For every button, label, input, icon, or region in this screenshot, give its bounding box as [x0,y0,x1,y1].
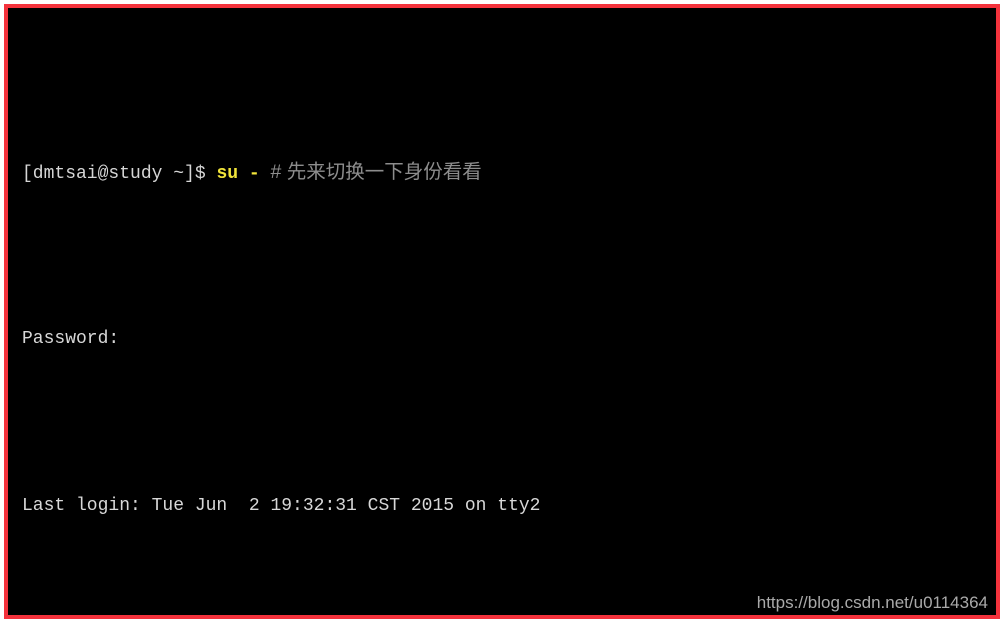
terminal-line-password-prompt: Password: [22,328,120,349]
inline-comment-su: # 先来切换一下身份看看 [259,160,482,183]
shell-prompt-user: [dmtsai@study ~]$ [22,163,217,184]
csdn-watermark: https://blog.csdn.net/u0114364 [756,593,988,612]
terminal-line-su-command: [dmtsai@study ~]$ su - # 先来切换一下身份看看 [22,156,996,189]
screenshot-root: [dmtsai@study ~]$ su - # 先来切换一下身份看看 Pass… [0,0,1008,627]
terminal-line-last-login: Last login: Tue Jun 2 19:32:31 CST 2015 … [22,495,541,516]
terminal-output-area[interactable]: [dmtsai@study ~]$ su - # 先来切换一下身份看看 Pass… [8,8,996,615]
command-su: su - [216,163,260,184]
terminal-window-frame: [dmtsai@study ~]$ su - # 先来切换一下身份看看 Pass… [4,4,1000,619]
